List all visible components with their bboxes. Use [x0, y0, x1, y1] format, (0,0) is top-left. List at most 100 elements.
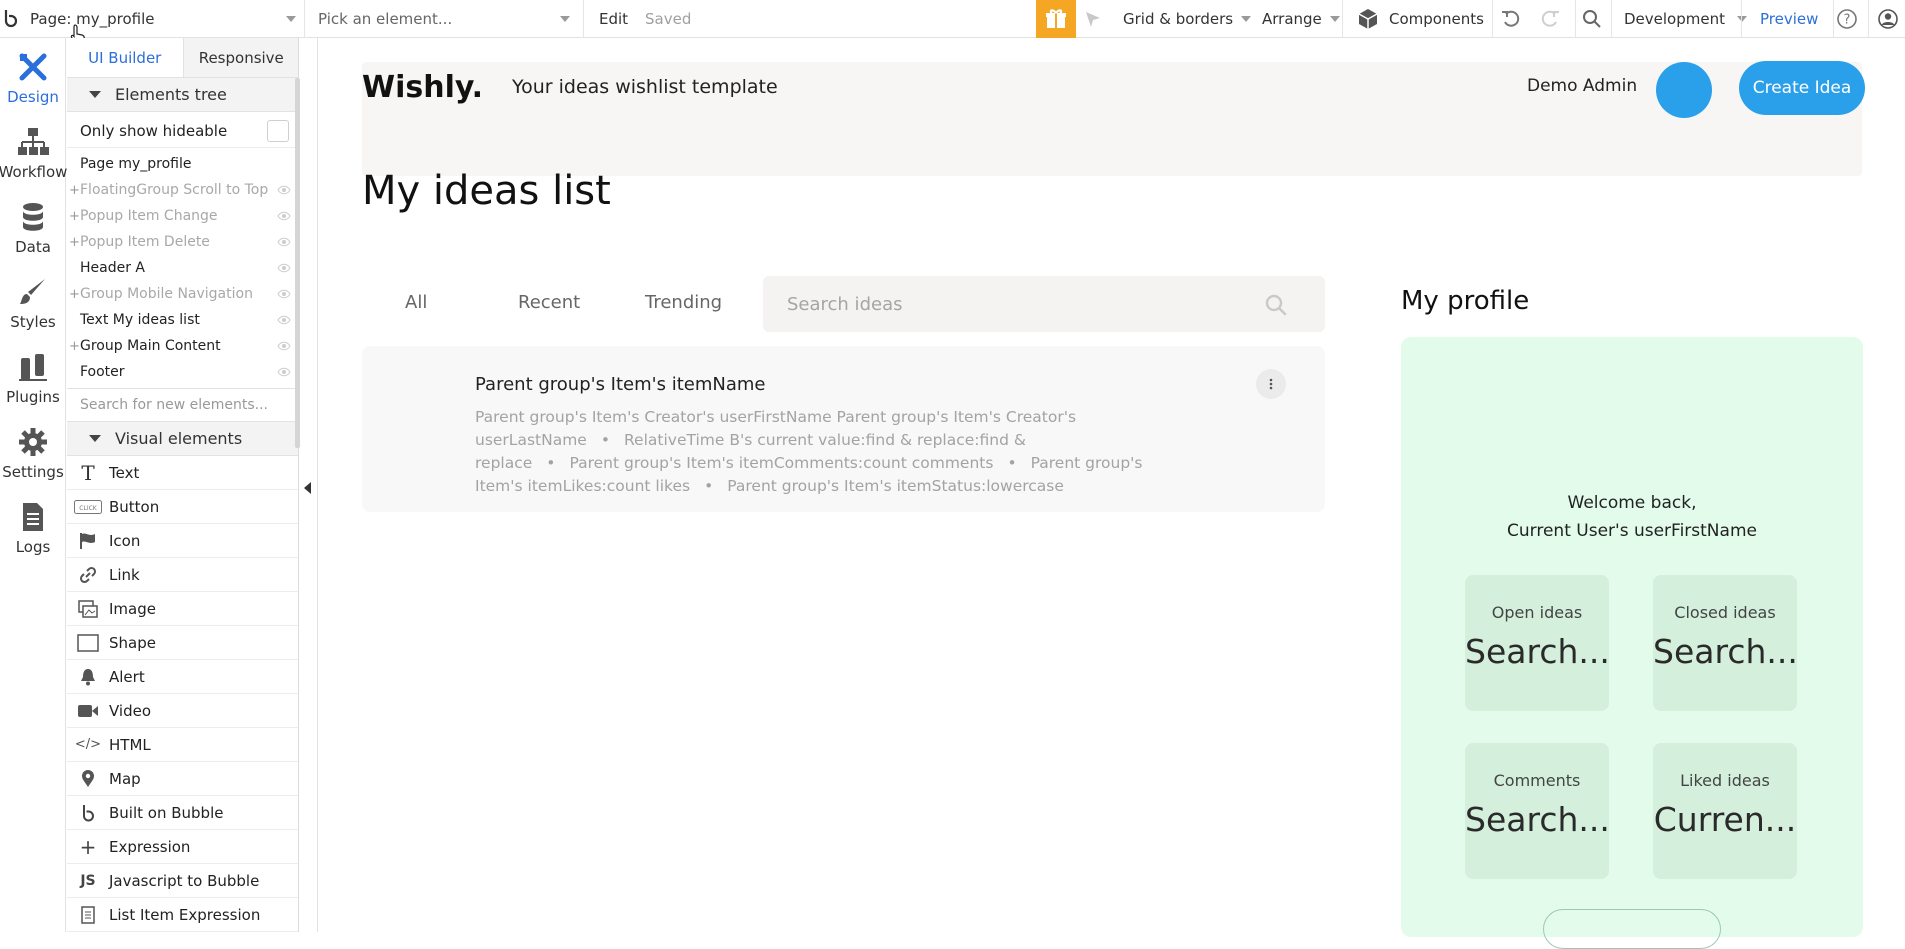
gift-button[interactable]	[1036, 0, 1076, 38]
workflow-icon	[18, 128, 49, 155]
search-elements-input[interactable]: Search for new elements...	[67, 388, 298, 422]
visual-element-icon[interactable]: Icon	[67, 524, 298, 558]
rail-item-data[interactable]: Data	[0, 192, 66, 266]
tree-item[interactable]: Text My ideas list	[67, 308, 298, 332]
rail-item-plugins[interactable]: Plugins	[0, 342, 66, 416]
code-icon: </>	[74, 737, 102, 752]
gift-icon	[1046, 9, 1066, 28]
tab-recent[interactable]: Recent	[518, 292, 580, 313]
expand-plus-icon[interactable]: +	[69, 339, 80, 354]
pointer-tool-icon[interactable]	[1084, 0, 1102, 38]
eye-icon[interactable]	[277, 237, 291, 247]
welcome-user-name: Current User's userFirstName	[1507, 521, 1757, 541]
tab-responsive[interactable]: Responsive	[183, 38, 298, 77]
stat-closed-ideas[interactable]: Closed ideas Search...	[1653, 575, 1797, 711]
tree-item[interactable]: Page my_profile	[67, 152, 298, 176]
expand-plus-icon[interactable]: +	[69, 235, 80, 250]
tree-item[interactable]: + Popup Item Change	[67, 204, 298, 228]
environment-selector[interactable]: Development	[1624, 0, 1747, 38]
bubble-logo-icon[interactable]	[0, 0, 22, 38]
eye-icon[interactable]	[277, 341, 291, 351]
idea-list-item[interactable]: Parent group's Item's itemName Parent gr…	[362, 346, 1325, 512]
eye-icon[interactable]	[277, 211, 291, 221]
only-hideable-toggle[interactable]: Only show hideable	[67, 114, 298, 148]
help-icon[interactable]: ?	[1836, 0, 1858, 38]
tree-item[interactable]: + Group Main Content	[67, 334, 298, 358]
user-name[interactable]: Demo Admin	[1527, 76, 1637, 96]
eye-icon[interactable]	[277, 315, 291, 325]
redo-icon[interactable]	[1540, 0, 1560, 38]
avatar[interactable]	[1656, 62, 1712, 118]
expand-plus-icon[interactable]: +	[69, 209, 80, 224]
tree-item[interactable]: Header A	[67, 256, 298, 280]
idea-title[interactable]: Parent group's Item's itemName	[475, 374, 765, 395]
stat-label: Closed ideas	[1674, 603, 1776, 622]
account-icon[interactable]	[1877, 0, 1899, 38]
visual-elements-label: Visual elements	[115, 429, 243, 448]
arrange-menu[interactable]: Arrange	[1262, 0, 1340, 38]
tree-item[interactable]: + Group Mobile Navigation	[67, 282, 298, 306]
search-icon[interactable]	[1582, 0, 1602, 38]
eye-icon[interactable]	[277, 263, 291, 273]
visual-element-button[interactable]: CLICK Button	[67, 490, 298, 524]
grid-borders-menu[interactable]: Grid & borders	[1123, 0, 1252, 38]
visual-element-built-on-bubble[interactable]: Built on Bubble	[67, 796, 298, 830]
brand-logo[interactable]: Wishly.	[362, 70, 483, 105]
stat-liked-ideas[interactable]: Liked ideas Curren...	[1653, 743, 1797, 879]
text-type-icon: T	[81, 460, 95, 485]
elements-panel: UI Builder Responsive Elements tree Only…	[67, 38, 299, 932]
tree-item[interactable]: + FloatingGroup Scroll to Top	[67, 178, 298, 202]
stat-value: Search...	[1653, 632, 1797, 671]
rail-item-styles[interactable]: Styles	[0, 267, 66, 341]
edit-menu[interactable]: Edit	[599, 0, 628, 38]
tree-item-label: Group Mobile Navigation	[80, 286, 253, 302]
tree-item[interactable]: Footer	[67, 360, 298, 384]
search-icon[interactable]	[1265, 294, 1287, 320]
tree-item-label: Popup Item Delete	[80, 234, 210, 250]
visual-element-list-item-expression[interactable]: List Item Expression	[67, 898, 298, 932]
components-button[interactable]: Components	[1357, 0, 1484, 38]
tab-ui-builder[interactable]: UI Builder	[67, 38, 184, 77]
visual-element-image[interactable]: Image	[67, 592, 298, 626]
tree-item[interactable]: + Popup Item Delete	[67, 230, 298, 254]
visual-elements-header[interactable]: Visual elements	[67, 422, 298, 456]
tree-item-label: Popup Item Change	[80, 208, 218, 224]
visual-element-shape[interactable]: Shape	[67, 626, 298, 660]
rail-item-settings[interactable]: Settings	[0, 417, 66, 491]
only-hideable-checkbox[interactable]	[267, 120, 289, 142]
rail-item-design[interactable]: Design	[0, 42, 66, 116]
visual-element-label: Map	[109, 769, 141, 788]
tab-all[interactable]: All	[405, 292, 427, 313]
panel-scrollbar[interactable]	[295, 78, 300, 448]
visual-element-video[interactable]: Video	[67, 694, 298, 728]
rail-item-logs[interactable]: Logs	[0, 492, 66, 566]
visual-element-html[interactable]: </> HTML	[67, 728, 298, 762]
eye-icon[interactable]	[277, 185, 291, 195]
visual-element-label: Expression	[109, 837, 191, 856]
stat-value: Curren...	[1653, 800, 1797, 839]
tab-trending[interactable]: Trending	[645, 292, 722, 313]
rail-item-workflow[interactable]: Workflow	[0, 117, 67, 191]
visual-element-text[interactable]: T Text	[67, 456, 298, 490]
eye-icon[interactable]	[277, 289, 291, 299]
expand-plus-icon[interactable]: +	[69, 287, 80, 302]
undo-icon[interactable]	[1501, 0, 1521, 38]
visual-element-alert[interactable]: Alert	[67, 660, 298, 694]
stat-comments[interactable]: Comments Search...	[1465, 743, 1609, 879]
visual-element-expression[interactable]: + Expression	[67, 830, 298, 864]
eye-icon[interactable]	[277, 367, 291, 377]
visual-element-javascript-to-bubble[interactable]: JS Javascript to Bubble	[67, 864, 298, 898]
expand-plus-icon[interactable]: +	[69, 183, 80, 198]
more-options-button[interactable]	[1256, 369, 1286, 399]
visual-element-link[interactable]: Link	[67, 558, 298, 592]
elements-tree-header[interactable]: Elements tree	[67, 78, 298, 112]
profile-action-button[interactable]	[1543, 909, 1721, 949]
preview-link[interactable]: Preview	[1760, 0, 1818, 38]
stat-open-ideas[interactable]: Open ideas Search...	[1465, 575, 1609, 711]
visual-element-label: Text	[109, 463, 140, 482]
element-picker[interactable]: Pick an element...	[318, 0, 570, 38]
create-idea-button[interactable]: Create Idea	[1739, 61, 1865, 115]
collapse-panel-icon[interactable]	[304, 482, 311, 494]
visual-element-map[interactable]: Map	[67, 762, 298, 796]
search-ideas-input[interactable]	[787, 276, 1257, 332]
